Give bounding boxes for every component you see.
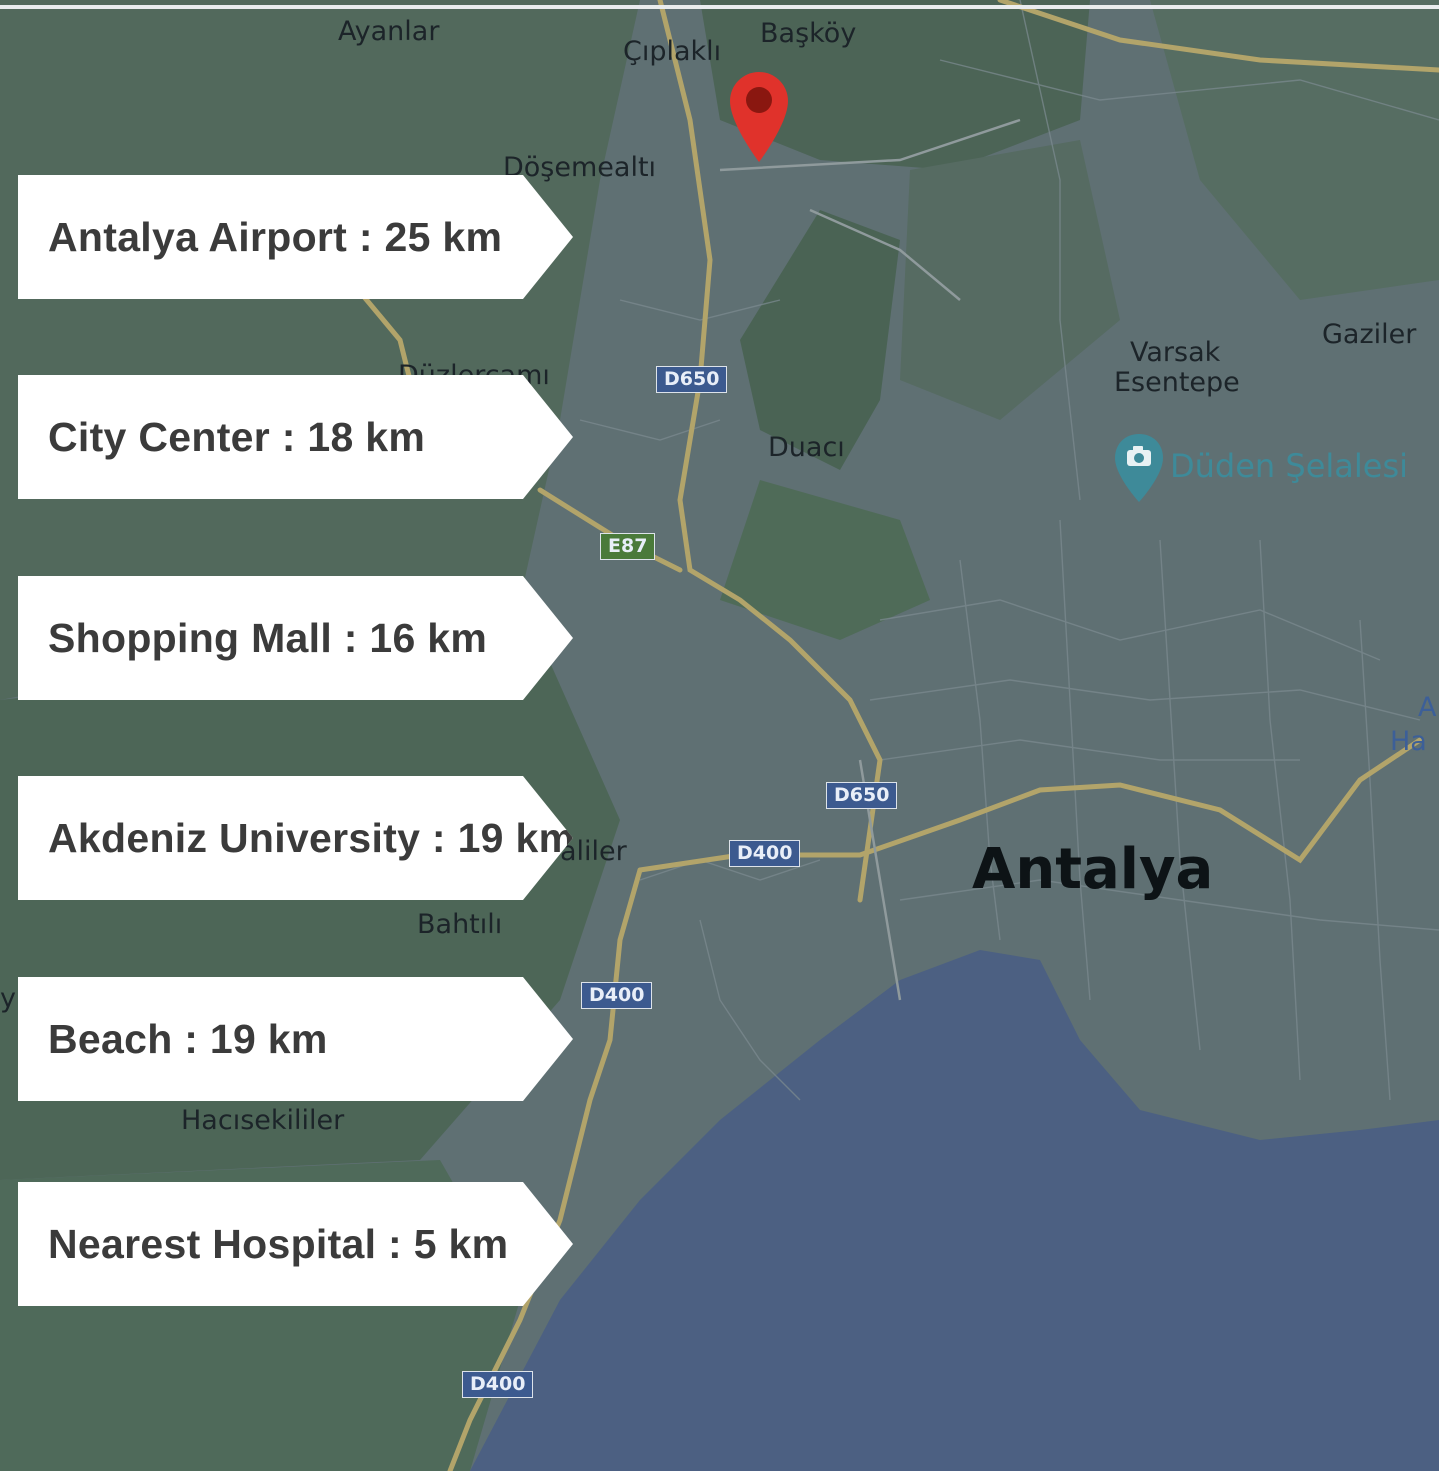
place-label: Gaziler [1322, 319, 1417, 350]
distance-tag-city-center: City Center : 18 km [18, 375, 573, 499]
place-label: Döşemealtı [503, 152, 657, 183]
place-label: Esentepe [1114, 367, 1240, 398]
place-label: Duacı [768, 432, 845, 463]
place-label: Çıplaklı [623, 36, 722, 67]
place-label: Ayanlar [338, 16, 440, 47]
road-shield: D400 [581, 982, 653, 1009]
place-label: Varsak [1130, 337, 1221, 368]
place-label: A [1418, 692, 1437, 723]
location-pin-icon[interactable] [728, 70, 790, 165]
road-shield: D650 [656, 366, 728, 393]
road-shield: D400 [462, 1371, 534, 1398]
poi-label[interactable]: Düden Şelalesi [1170, 450, 1408, 482]
road-shield: E87 [600, 533, 656, 560]
place-label: Başköy [760, 18, 857, 49]
distance-tag-label: Akdeniz University : 19 km [48, 815, 576, 861]
place-label: Hacısekililer [181, 1105, 345, 1136]
road-shield: D400 [729, 840, 801, 867]
distance-tag-beach: Beach : 19 km [18, 977, 573, 1101]
city-label: Antalya [972, 837, 1214, 902]
place-label: y [0, 983, 16, 1014]
distance-tag-shopping-mall: Shopping Mall : 16 km [18, 576, 573, 700]
distance-tag-label: Beach : 19 km [48, 1016, 328, 1062]
place-label: aliler [560, 836, 627, 867]
distance-tag-label: City Center : 18 km [48, 414, 426, 460]
top-border [0, 5, 1439, 9]
distance-tag-label: Nearest Hospital : 5 km [48, 1221, 509, 1267]
distance-tag-university: Akdeniz University : 19 km [18, 776, 573, 900]
distance-tag-label: Antalya Airport : 25 km [48, 214, 503, 260]
place-label: Bahtılı [417, 909, 503, 940]
distance-tag-airport: Antalya Airport : 25 km [18, 175, 573, 299]
place-label: Ha [1390, 726, 1427, 757]
distance-tag-label: Shopping Mall : 16 km [48, 615, 488, 661]
distance-tag-hospital: Nearest Hospital : 5 km [18, 1182, 573, 1306]
poi-camera-pin-icon[interactable] [1113, 432, 1165, 504]
road-shield: D650 [826, 782, 898, 809]
map-view[interactable]: Ayanlar Çıplaklı Başköy Döşemealtı Düzle… [0, 0, 1439, 1471]
